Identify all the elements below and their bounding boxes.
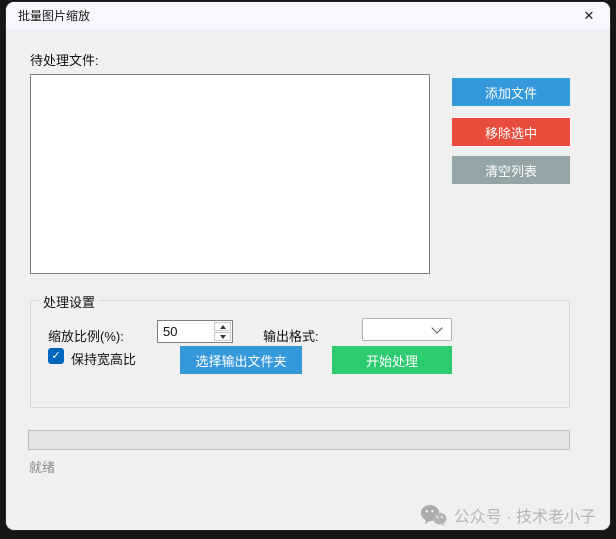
progress-bar [28,430,570,450]
start-processing-button[interactable]: 开始处理 [332,346,452,374]
pending-files-label: 待处理文件: [30,50,99,69]
watermark: 公众号 · 技术老小子 [420,503,596,527]
format-label: 输出格式: [263,326,319,345]
arrow-up-icon [220,325,226,329]
window-title: 批量图片缩放 [6,7,90,24]
remove-selected-button[interactable]: 移除选中 [452,118,570,146]
spin-up-button[interactable] [214,322,231,331]
keep-ratio-label: 保持宽高比 [71,349,136,368]
arrow-down-icon [220,335,226,339]
scale-label: 缩放比例(%): [48,326,124,345]
settings-group-title: 处理设置 [39,292,99,311]
app-window: 批量图片缩放 ✕ 待处理文件: 添加文件 移除选中 清空列表 处理设置 缩放比例… [6,2,610,530]
format-combobox[interactable] [362,318,452,341]
choose-output-folder-button[interactable]: 选择输出文件夹 [180,346,302,374]
file-listbox[interactable] [30,74,430,274]
scale-value: 50 [158,321,213,342]
wechat-icon [420,504,447,527]
spin-down-button[interactable] [214,332,231,341]
scale-spinbox[interactable]: 50 [157,320,233,343]
add-files-button[interactable]: 添加文件 [452,78,570,106]
title-bar: 批量图片缩放 ✕ [6,2,610,30]
status-text: 就绪 [29,457,55,476]
spinner-controls [213,321,232,342]
chevron-down-icon [431,322,442,333]
clear-list-button[interactable]: 清空列表 [452,156,570,184]
close-icon[interactable]: ✕ [572,2,606,30]
watermark-text: 公众号 · 技术老小子 [454,503,596,527]
keep-ratio-checkbox[interactable]: ✓ [48,348,64,364]
